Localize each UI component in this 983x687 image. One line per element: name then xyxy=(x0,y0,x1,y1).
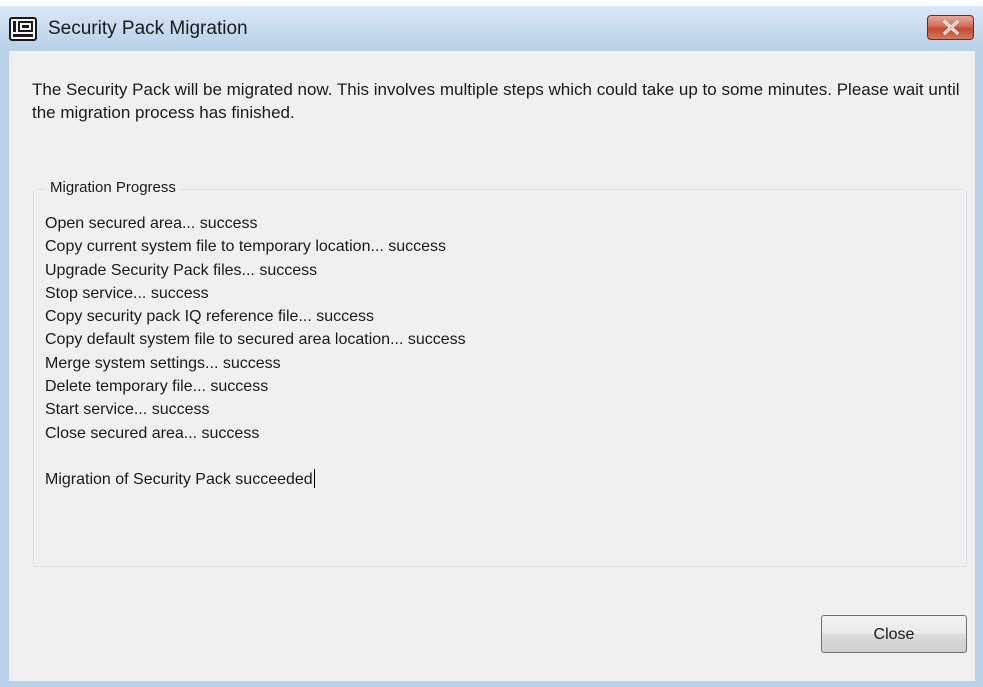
log-line: Copy security pack IQ reference file... … xyxy=(45,308,375,326)
log-line: Stop service... success xyxy=(45,284,209,302)
final-message: Migration of Security Pack succeeded xyxy=(45,471,313,489)
log-line: Start service... success xyxy=(45,401,210,419)
window-title: Security Pack Migration xyxy=(48,18,248,39)
log-line: Upgrade Security Pack files... success xyxy=(45,261,318,279)
app-icon xyxy=(9,17,37,41)
log-line: Open secured area... success xyxy=(45,215,258,232)
log-line: Merge system settings... success xyxy=(45,354,281,372)
migration-progress-legend: Migration Progress xyxy=(46,179,180,196)
log-blank-line xyxy=(45,445,945,468)
migration-progress-group: Migration Progress Open secured area... … xyxy=(33,179,967,567)
close-button[interactable]: Close xyxy=(821,615,967,653)
log-line: Copy current system file to temporary lo… xyxy=(45,238,447,256)
log-line: Copy default system file to secured area… xyxy=(45,331,466,349)
window-close-button[interactable] xyxy=(927,15,974,40)
close-icon xyxy=(943,20,959,35)
title-bar[interactable]: Security Pack Migration xyxy=(0,6,983,51)
intro-text: The Security Pack will be migrated now. … xyxy=(32,80,960,122)
log-final-line: Migration of Security Pack succeeded xyxy=(45,468,945,491)
migration-log[interactable]: Open secured area... success Copy curren… xyxy=(45,212,945,557)
log-line: Close secured area... success xyxy=(45,424,260,442)
dialog-client-area: The Security Pack will be migrated now. … xyxy=(9,51,975,681)
text-caret xyxy=(313,469,315,489)
dialog-window: Security Pack Migration The Security Pac… xyxy=(0,6,983,687)
log-line: Delete temporary file... success xyxy=(45,378,269,396)
